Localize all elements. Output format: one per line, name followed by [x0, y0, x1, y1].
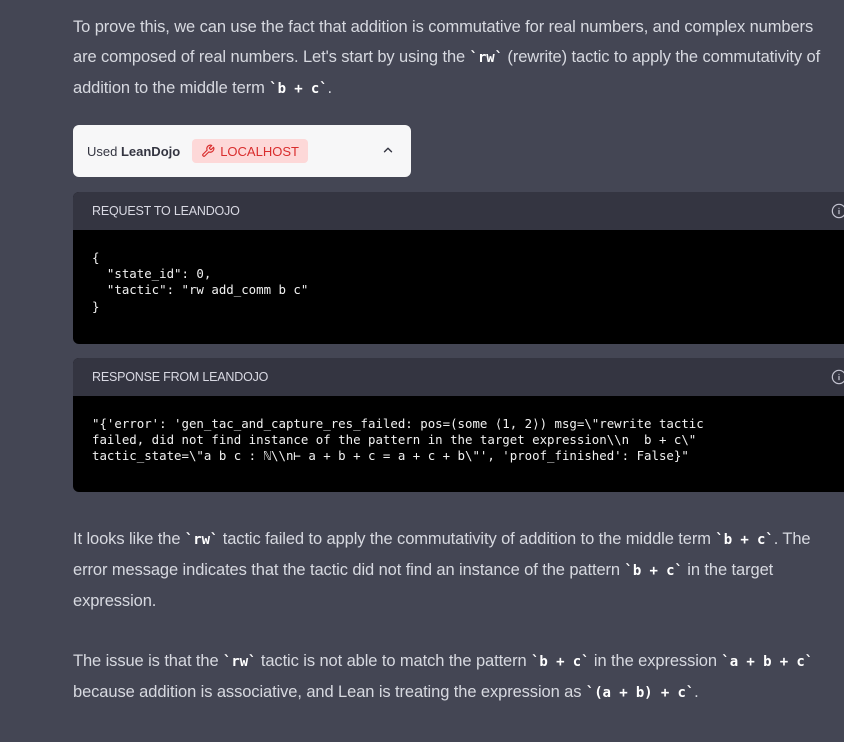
plugin-name: LeanDojo: [120, 143, 181, 159]
request-header: REQUEST TO LEANDOJO: [73, 192, 844, 230]
inline-code: `b + c`: [269, 81, 328, 97]
message-paragraph: To prove this, we can use the fact that …: [73, 18, 821, 97]
wrench-icon: [202, 144, 215, 157]
inline-code: `a + b + c`: [721, 654, 814, 670]
chat-transcript: { "para1": { "t1": "To prove this, we ca…: [0, 0, 844, 742]
response-body: "{'error': 'gen_tac_and_capture_res_fail…: [92, 416, 704, 464]
info-icon[interactable]: [831, 369, 844, 385]
request-json: { "state_id": 0, "tactic": "rw add_comm …: [92, 250, 309, 314]
inline-code: `b + c`: [715, 532, 774, 548]
response-header: RESPONSE FROM LEANDOJO: [73, 358, 844, 396]
plugin-usage-toggle[interactable]: Used LeanDojo LOCALHOST: [73, 125, 411, 177]
response-panel: RESPONSE FROM LEANDOJO "{'error': 'gen_t…: [73, 358, 844, 492]
request-panel: REQUEST TO LEANDOJO { "state_id": 0, "ta…: [73, 192, 844, 344]
inline-code: `rw`: [184, 532, 219, 548]
inline-code: `rw`: [223, 654, 257, 670]
inline-code: `rw`: [469, 50, 503, 66]
info-icon[interactable]: [831, 203, 844, 219]
localhost-badge: LOCALHOST: [192, 139, 308, 163]
message-paragraph: It looks like the `rw` tactic failed to …: [73, 530, 811, 610]
plugin-used-label: Used LeanDojo: [87, 143, 181, 159]
inline-code: `b + c`: [624, 563, 683, 579]
chevron-up-icon[interactable]: [381, 143, 395, 157]
message-paragraph: The issue is that the `rw` tactic is not…: [73, 652, 814, 701]
inline-code: `(a + b) + c`: [585, 685, 695, 701]
inline-code: `b + c`: [531, 654, 590, 670]
